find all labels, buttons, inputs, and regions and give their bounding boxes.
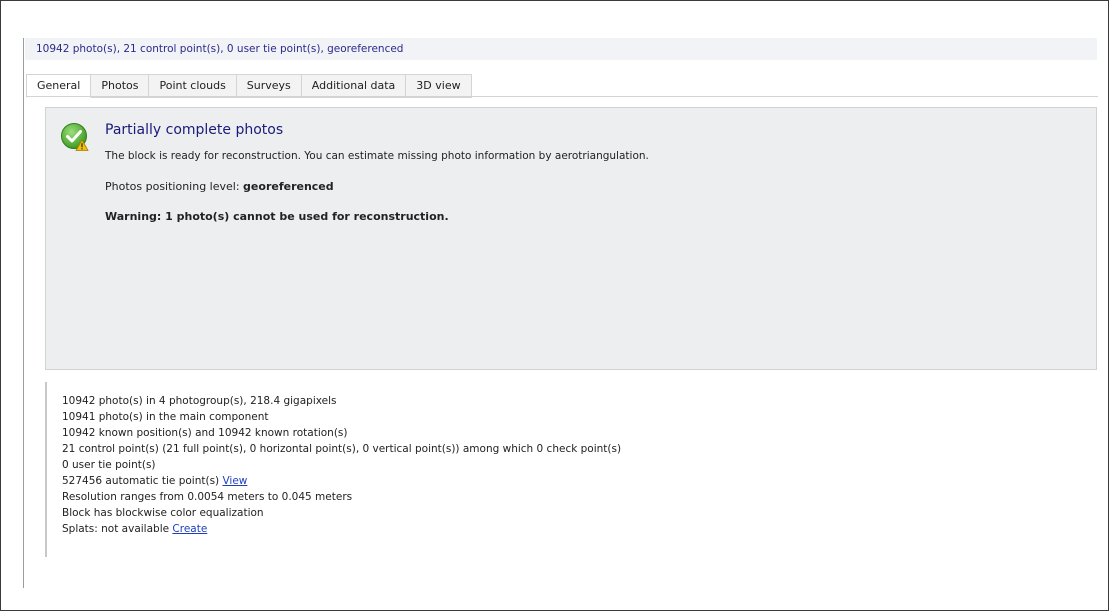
block-summary: 10942 photo(s), 21 control point(s), 0 u…	[36, 43, 404, 55]
view-tie-points-link[interactable]: View	[222, 475, 247, 487]
auto-tie-text: 527456 automatic tie point(s)	[62, 475, 223, 487]
detail-resolution: Resolution ranges from 0.0054 meters to …	[62, 491, 353, 503]
positioning-value: georeferenced	[243, 180, 334, 193]
detail-known: 10942 known position(s) and 10942 known …	[62, 427, 348, 439]
details-divider	[45, 382, 47, 557]
tab-surveys[interactable]: Surveys	[236, 74, 302, 98]
tab-bar: General Photos Point clouds Surveys Addi…	[26, 74, 472, 98]
status-panel: Partially complete photos The block is r…	[45, 107, 1097, 370]
tab-3d-view[interactable]: 3D view	[406, 74, 472, 98]
tab-additional-data[interactable]: Additional data	[301, 74, 407, 98]
block-details: 10942 photo(s) in 4 photogroup(s), 218.4…	[62, 393, 621, 537]
left-divider	[23, 38, 24, 588]
detail-photos: 10942 photo(s) in 4 photogroup(s), 218.4…	[62, 395, 337, 407]
tab-underline	[26, 96, 1098, 97]
status-title: Partially complete photos	[105, 122, 284, 138]
check-warning-icon	[61, 123, 89, 151]
tab-general[interactable]: General	[26, 74, 92, 98]
detail-user-tie: 0 user tie point(s)	[62, 459, 156, 471]
detail-main-component: 10941 photo(s) in the main component	[62, 411, 269, 423]
detail-color-eq: Block has blockwise color equalization	[62, 507, 264, 519]
tab-photos[interactable]: Photos	[91, 74, 150, 98]
block-summary-bar: 10942 photo(s), 21 control point(s), 0 u…	[25, 38, 1097, 60]
detail-control-points: 21 control point(s) (21 full point(s), 0…	[62, 443, 622, 455]
warning-message: Warning: 1 photo(s) cannot be used for r…	[105, 210, 449, 223]
detail-auto-tie: 527456 automatic tie point(s) View	[62, 473, 621, 489]
positioning-label: Photos positioning level:	[105, 180, 244, 193]
positioning-level: Photos positioning level: georeferenced	[105, 180, 334, 193]
detail-splats: Splats: not available Create	[62, 521, 621, 537]
splats-text: Splats: not available	[62, 523, 173, 535]
create-splats-link[interactable]: Create	[172, 523, 207, 535]
status-description: The block is ready for reconstruction. Y…	[105, 150, 649, 162]
tab-point-clouds[interactable]: Point clouds	[149, 74, 237, 98]
